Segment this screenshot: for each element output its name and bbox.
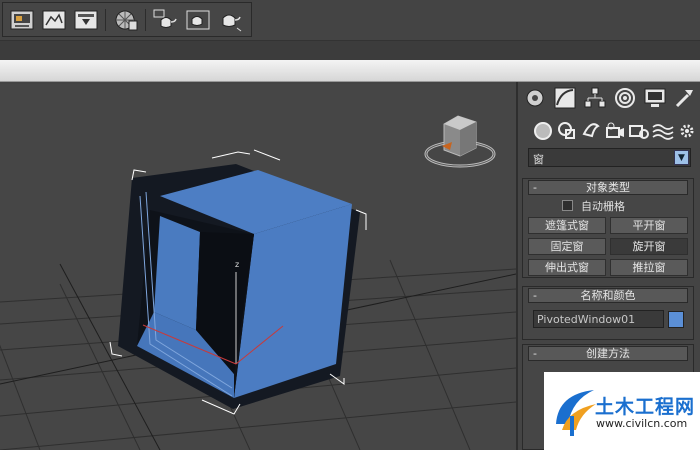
shapes-icon[interactable] — [554, 118, 580, 144]
utilities-icon[interactable] — [672, 85, 698, 111]
fixed-window-button[interactable]: 固定窗 — [528, 238, 606, 255]
watermark-title: 土木工程网 — [595, 396, 696, 418]
pivoted-window-button[interactable]: 旋开窗 — [610, 238, 688, 255]
render-toolbar-group — [2, 2, 252, 37]
autogrid-checkbox[interactable] — [562, 200, 573, 211]
creation-method-title: 创建方法 — [586, 347, 630, 360]
name-color-rollout-header[interactable]: - 名称和颜色 — [528, 288, 688, 303]
object-type-rollout-header[interactable]: - 对象类型 — [528, 180, 688, 195]
ribbon-bar — [0, 60, 700, 82]
systems-icon[interactable] — [674, 118, 700, 144]
render-production-icon[interactable] — [73, 8, 99, 32]
category-dropdown[interactable]: 窗 ▼ — [528, 148, 691, 167]
window-inner-left-face — [154, 216, 200, 330]
lights-icon[interactable] — [578, 118, 604, 144]
watermark-url: www.civilcn.com — [596, 417, 688, 430]
space-warps-icon[interactable] — [650, 118, 676, 144]
create-icon[interactable] — [522, 85, 548, 111]
collapse-icon: - — [533, 181, 537, 194]
object-color-swatch[interactable] — [668, 311, 684, 328]
geometry-icon[interactable] — [530, 118, 556, 144]
render-setup-icon[interactable] — [9, 8, 35, 32]
cameras-icon[interactable] — [602, 118, 628, 144]
hierarchy-icon[interactable] — [582, 85, 608, 111]
display-icon[interactable] — [642, 85, 668, 111]
toolbar-strip — [0, 40, 700, 60]
z-axis-label: z — [235, 260, 239, 269]
casement-window-button[interactable]: 平开窗 — [610, 217, 688, 234]
teapot-activeshade-icon[interactable] — [217, 8, 243, 32]
sliding-window-button[interactable]: 推拉窗 — [610, 259, 688, 276]
rendered-frame-window-icon[interactable] — [41, 8, 67, 32]
collapse-icon: - — [533, 347, 537, 360]
awning-window-button[interactable]: 遮篷式窗 — [528, 217, 606, 234]
site-watermark: 土木工程网 www.civilcn.com — [544, 372, 700, 450]
motion-icon[interactable] — [612, 85, 638, 111]
material-editor-icon[interactable] — [113, 8, 139, 32]
teapot-iterative-icon[interactable] — [185, 8, 211, 32]
watermark-logo-icon — [556, 390, 596, 436]
chevron-down-icon[interactable]: ▼ — [674, 150, 689, 165]
modify-icon[interactable] — [552, 85, 578, 111]
autogrid-label: 自动栅格 — [581, 200, 625, 213]
perspective-viewport[interactable]: z — [0, 84, 516, 450]
viewport-scene: z — [0, 115, 516, 450]
category-dropdown-value: 窗 — [533, 153, 544, 166]
teapot-render-icon[interactable] — [153, 8, 179, 32]
projected-window-button[interactable]: 伸出式窗 — [528, 259, 606, 276]
name-color-title: 名称和颜色 — [580, 289, 636, 302]
toolbar-separator — [105, 9, 106, 31]
main-toolbar — [0, 0, 700, 40]
collapse-icon: - — [533, 289, 537, 302]
object-type-title: 对象类型 — [586, 181, 630, 194]
toolbar-separator — [145, 9, 146, 31]
object-name-field[interactable]: PivotedWindow01 — [533, 310, 664, 328]
creation-method-rollout-header[interactable]: - 创建方法 — [528, 346, 688, 361]
helpers-icon[interactable] — [626, 118, 652, 144]
viewcube-widget[interactable] — [424, 115, 496, 168]
